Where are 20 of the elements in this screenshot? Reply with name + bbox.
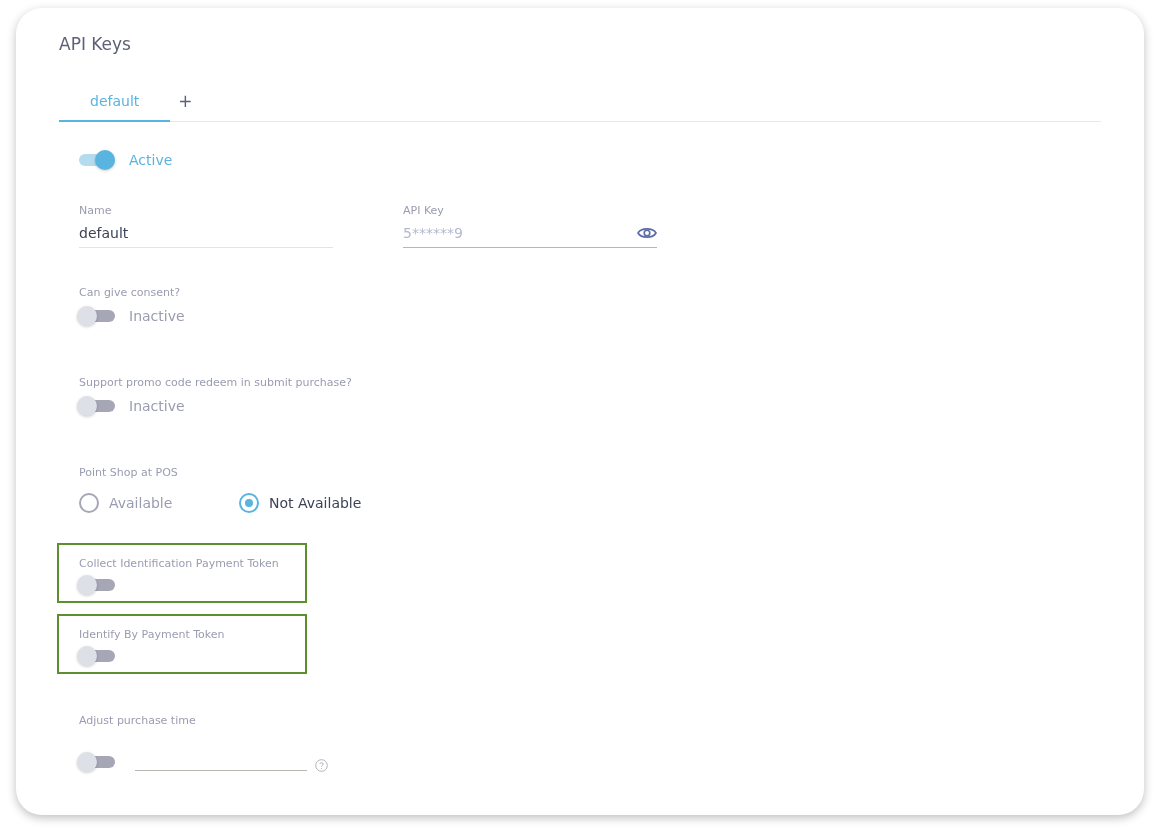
setting-label: Collect Identification Payment Token <box>79 557 280 570</box>
setting-label: Adjust purchase time <box>79 714 197 727</box>
state-text: Inactive <box>129 398 185 414</box>
radio-button[interactable] <box>79 493 99 513</box>
page-title: API Keys <box>59 34 132 54</box>
radio-label: Not Available <box>269 495 362 511</box>
status-label: Active <box>129 152 173 168</box>
setting-label: Point Shop at POS <box>79 466 179 479</box>
state-text: Inactive <box>129 308 185 324</box>
add-tab[interactable]: + <box>170 92 201 122</box>
radio-button[interactable] <box>239 493 259 513</box>
setting-label: Identify By Payment Token <box>79 628 226 641</box>
field-label: API Key <box>403 204 445 217</box>
setting-label: Can give consent? <box>79 286 182 299</box>
radio-label: Available <box>109 495 173 511</box>
setting-label: Support promo code redeem in submit purchase? <box>79 376 353 389</box>
field-label: Name <box>79 204 113 217</box>
eye-icon[interactable] <box>637 226 657 240</box>
input-field[interactable]: default <box>79 220 333 248</box>
help-icon[interactable] <box>315 759 328 772</box>
